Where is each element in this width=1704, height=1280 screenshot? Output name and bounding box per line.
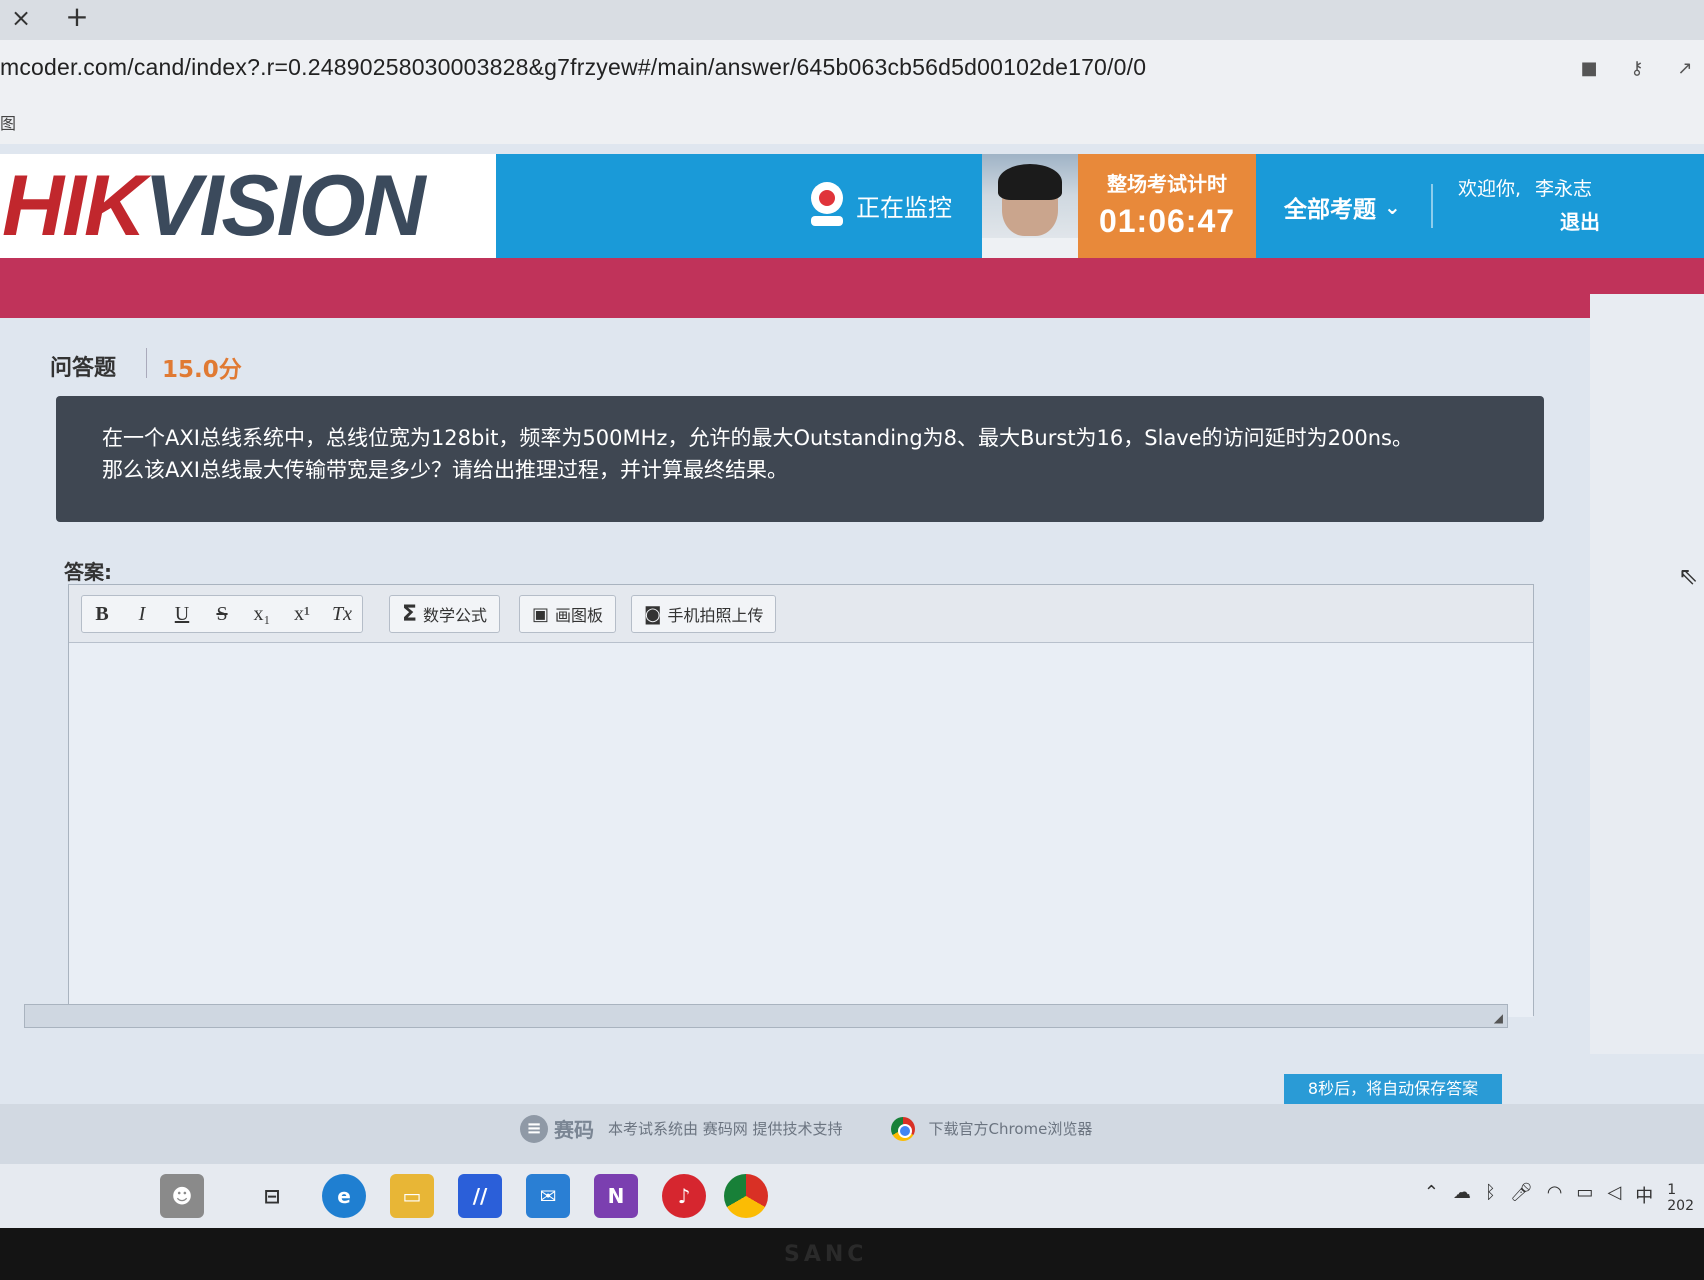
clock-date: 202 [1667,1198,1694,1214]
webcam-icon [808,182,846,228]
battery-icon[interactable]: ▭ [1576,1182,1593,1214]
cloud-icon[interactable]: ☁ [1453,1182,1471,1214]
question-text-line-2: 那么该AXI总线最大传输带宽是多少？请给出推理过程，并计算最终结果。 [102,458,788,482]
edge-browser-icon[interactable]: e [322,1174,366,1218]
page-footer: ≡ 赛码 本考试系统由 赛码网 提供技术支持 下载官方Chrome浏览器 [0,1104,1704,1164]
chrome-icon [890,1116,915,1141]
strikethrough-button[interactable]: S [202,596,242,632]
chevron-down-icon: ⌄ [1384,195,1401,219]
clear-format-button[interactable]: Tx [322,596,362,632]
exam-header: HIK VISION 正在监控 整场考试计时 01:06:47 全部考题 ⌄ 欢… [0,154,1704,258]
camera-indicator-icon[interactable]: ■ [1578,58,1600,80]
saima-logo: ≡ 赛码 [520,1114,594,1143]
drawing-board-button[interactable]: ▣ 画图板 [519,595,617,633]
address-bar[interactable]: mcoder.com/cand/index?.r=0.2489025803000… [0,40,1704,104]
app-icon[interactable]: // [458,1174,502,1218]
question-text-line-1: 在一个AXI总线系统中，总线位宽为128bit，频率为500MHz，允许的最大O… [102,426,1413,450]
webcam-preview [982,154,1078,258]
math-formula-button[interactable]: Σ 数学公式 [389,595,501,633]
editor-status-bar: ◢ [24,1004,1508,1028]
file-explorer-icon[interactable]: ▭ [390,1174,434,1218]
content-right-margin [1590,294,1704,1054]
saima-icon: ≡ [520,1114,548,1143]
subscript-button[interactable]: x₁ [242,596,282,632]
question-type: 问答题 [50,356,117,381]
clock[interactable]: 1 202 [1667,1182,1694,1214]
underline-button[interactable]: U [162,596,202,632]
url-text[interactable]: mcoder.com/cand/index?.r=0.2489025803000… [0,54,1146,81]
drawing-board-label: 画图板 [555,606,604,625]
answer-text-area[interactable] [69,643,1533,1017]
support-text: 本考试系统由 赛码网 提供技术支持 [608,1120,843,1138]
timer-value: 01:06:47 [1098,203,1236,239]
new-tab-icon[interactable]: + [62,2,92,32]
camera-icon: ◙ [644,603,662,625]
all-questions-dropdown[interactable]: 全部考题 ⌄ [1284,190,1401,224]
bluetooth-icon[interactable]: ᛒ [1485,1182,1496,1214]
question-text-box: 在一个AXI总线系统中，总线位宽为128bit，频率为500MHz，允许的最大O… [56,396,1544,522]
hikvision-logo: HIK VISION [0,154,496,258]
answer-label: 答案: [64,560,112,584]
monitor-brand: SANC [784,1242,868,1267]
microphone-icon[interactable]: 🎤︎ [1510,1182,1533,1214]
autosave-notice: 8秒后，将自动保存答案 [1284,1074,1502,1104]
bold-button[interactable]: B [82,596,122,632]
music-app-icon[interactable]: ♪ [662,1174,706,1218]
os-taskbar: ☻ ⊟ e ▭ // ✉ N ♪ ⌃ ☁ ᛒ 🎤︎ ◠ ▭ ◁ 中 1 202 [0,1164,1704,1228]
key-icon[interactable]: ⚷ [1626,58,1648,80]
question-score: 15.0分 [162,357,242,383]
volume-icon[interactable]: ◁ [1607,1182,1621,1214]
wifi-icon[interactable]: ◠ [1547,1182,1563,1214]
monitoring-status: 正在监控 [808,182,952,228]
all-questions-label: 全部考题 [1284,197,1376,223]
mail-icon[interactable]: ✉ [526,1174,570,1218]
logout-link[interactable]: 退出 [1560,206,1600,235]
clock-time: 1 [1667,1182,1677,1198]
phone-upload-button[interactable]: ◙ 手机拍照上传 [631,595,777,633]
ime-indicator[interactable]: 中 [1635,1182,1653,1214]
saima-brand: 赛码 [554,1118,594,1142]
system-tray: ⌃ ☁ ᛒ 🎤︎ ◠ ▭ ◁ 中 1 202 [1424,1182,1694,1214]
timer-label: 整场考试计时 [1107,172,1227,196]
header-bar: 正在监控 整场考试计时 01:06:47 全部考题 ⌄ 欢迎你, 李永志 退出 [496,154,1704,258]
onenote-icon[interactable]: N [594,1174,638,1218]
image-icon: ▣ [532,603,550,625]
welcome-text: 欢迎你, 李永志 [1458,178,1593,200]
editor-toolbar: B I U S x₁ x¹ Tx Σ 数学公式 ▣ 画图板 ◙ 手机拍照上传 [69,585,1533,643]
italic-button[interactable]: I [122,596,162,632]
user-name: 李永志 [1535,178,1593,200]
monitoring-label: 正在监控 [856,193,952,222]
close-tab-icon[interactable]: × [8,4,34,32]
monitor-bezel: SANC [0,1228,1704,1280]
mouse-cursor-icon: ⇖ [1678,562,1699,590]
sigma-icon: Σ [402,601,418,627]
task-view-icon[interactable]: ⊟ [250,1174,294,1218]
question-type-divider [146,348,147,378]
tray-expand-icon[interactable]: ⌃ [1424,1182,1439,1214]
answer-editor: B I U S x₁ x¹ Tx Σ 数学公式 ▣ 画图板 ◙ 手机拍照上传 [68,584,1534,1017]
chrome-taskbar-icon[interactable] [724,1174,768,1218]
math-formula-label: 数学公式 [423,606,488,625]
exam-timer: 整场考试计时 01:06:47 [1078,154,1256,258]
format-button-group: B I U S x₁ x¹ Tx [81,595,363,633]
superscript-button[interactable]: x¹ [282,596,322,632]
bookmark-item[interactable]: 图 [0,110,16,134]
chrome-download-link[interactable]: 下载官方Chrome浏览器 [929,1118,1093,1139]
phone-upload-label: 手机拍照上传 [667,606,764,625]
bookmark-bar: 图 [0,104,1704,144]
browser-tab-bar: × + [0,0,1704,40]
header-divider [1431,184,1433,228]
share-icon[interactable]: ↗ [1674,58,1696,80]
avatar-app-icon[interactable]: ☻ [160,1174,204,1218]
resize-handle-icon[interactable]: ◢ [1494,1011,1503,1025]
exam-page: HIK VISION 正在监控 整场考试计时 01:06:47 全部考题 ⌄ 欢… [0,144,1704,1164]
header-band [0,258,1704,318]
